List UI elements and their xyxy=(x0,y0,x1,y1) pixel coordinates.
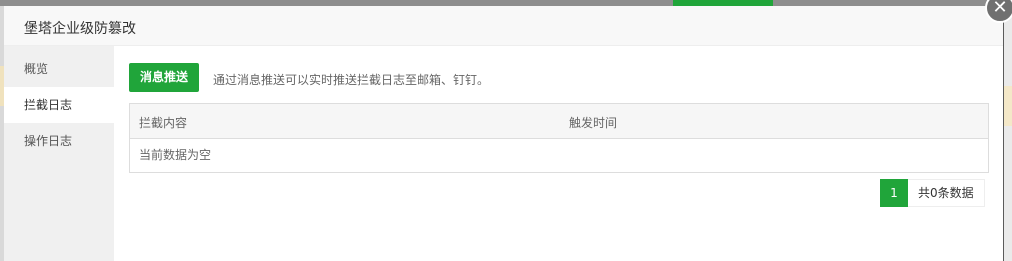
column-header-content: 拦截内容 xyxy=(139,116,188,130)
column-header-time: 触发时间 xyxy=(569,116,618,130)
table-header: 拦截内容 触发时间 xyxy=(130,104,988,139)
intercept-log-table: 拦截内容 触发时间 当前数据为空 xyxy=(129,103,989,173)
pagination: 1 共0条数据 xyxy=(880,179,985,207)
dialog-title: 堡塔企业级防篡改 xyxy=(24,21,136,37)
sidebar-item-operation-log[interactable]: 操作日志 xyxy=(4,123,114,159)
sidebar-item-intercept-log[interactable]: 拦截日志 xyxy=(4,87,114,123)
table-empty-text: 当前数据为空 xyxy=(139,148,212,162)
sidebar-item-overview[interactable]: 概览 xyxy=(4,51,114,87)
push-description: 通过消息推送可以实时推送拦截日志至邮箱、钉钉。 xyxy=(213,73,490,87)
message-push-button[interactable]: 消息推送 xyxy=(129,63,199,92)
background-right-edge xyxy=(1004,6,1012,261)
page-button-current[interactable]: 1 xyxy=(880,179,908,207)
sidebar: 概览 拦截日志 操作日志 xyxy=(4,46,114,261)
dialog-header: 堡塔企业级防篡改 xyxy=(4,6,1003,46)
pagination-total: 共0条数据 xyxy=(908,179,985,207)
